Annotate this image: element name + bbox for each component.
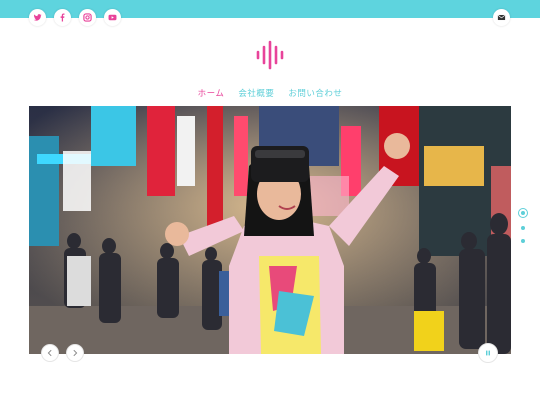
youtube-icon[interactable] [104, 9, 121, 26]
hero-image [29, 106, 511, 354]
facebook-icon[interactable] [54, 9, 71, 26]
nav-contact[interactable]: お問い合わせ [288, 87, 342, 99]
main-nav: ホーム 会社概要 お問い合わせ [0, 87, 540, 99]
chevron-right-icon [73, 349, 78, 357]
next-slide-button[interactable] [66, 344, 84, 362]
pause-button[interactable] [478, 343, 498, 363]
slide-dot-3[interactable] [521, 239, 525, 243]
pause-icon [486, 350, 490, 356]
mail-icon[interactable] [493, 9, 510, 26]
instagram-icon[interactable] [79, 9, 96, 26]
sound-wave-logo[interactable] [255, 40, 285, 70]
slide-dot-1[interactable] [518, 208, 528, 218]
chevron-left-icon [47, 349, 52, 357]
nav-home[interactable]: ホーム [198, 87, 225, 99]
nav-company[interactable]: 会社概要 [238, 87, 274, 99]
slide-dot-2[interactable] [521, 226, 525, 230]
twitter-icon[interactable] [29, 9, 46, 26]
prev-slide-button[interactable] [41, 344, 59, 362]
